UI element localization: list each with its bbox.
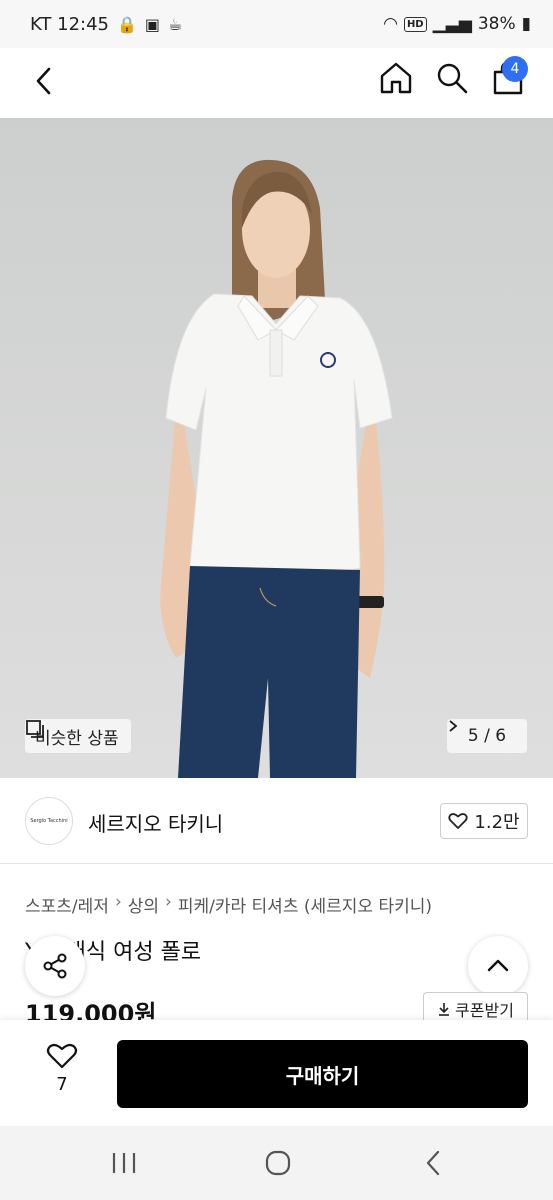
status-right: ◠ HD ▁▃▅ 38% ▮ bbox=[383, 14, 531, 34]
wishlist-count: 7 bbox=[56, 1074, 68, 1095]
brand-logo-text: Sergio Tacchini bbox=[30, 818, 68, 824]
pager-text: 5 / 6 bbox=[467, 726, 507, 746]
coupon-label: 쿠폰받기 bbox=[455, 1001, 514, 1020]
status-left: KT 12:45 🔒 ▣ ☕ bbox=[30, 14, 182, 35]
brand-row[interactable]: Sergio Tacchini 세르지오 타키니 1.2만 bbox=[0, 778, 553, 864]
similar-products-label: 비슷한 상품 bbox=[35, 728, 119, 749]
image-pager[interactable]: 5 / 6 bbox=[447, 719, 527, 753]
product-image[interactable]: 비슷한 상품 5 / 6 bbox=[0, 118, 553, 778]
breadcrumb: 스포츠/레저 › 상의 › 피케/카라 티셔츠 (세르지오 타키니) bbox=[25, 892, 432, 917]
system-nav-bar bbox=[0, 1126, 553, 1200]
heart-icon bbox=[46, 1043, 78, 1069]
brand-like-count: 1.2만 bbox=[474, 812, 520, 833]
recent-apps-button[interactable] bbox=[108, 1148, 140, 1178]
search-button[interactable] bbox=[434, 60, 470, 96]
brand-like-button[interactable]: 1.2만 bbox=[440, 803, 528, 839]
brand-logo[interactable]: Sergio Tacchini bbox=[25, 797, 73, 845]
chevron-right-icon: › bbox=[165, 892, 172, 912]
system-back-button[interactable] bbox=[418, 1148, 450, 1178]
search-icon bbox=[437, 63, 468, 94]
signal-icon: ▁▃▅ bbox=[432, 14, 472, 34]
system-home-button[interactable] bbox=[262, 1148, 294, 1178]
cart-count-badge: 4 bbox=[502, 56, 528, 82]
coffee-icon: ☕ bbox=[168, 14, 183, 34]
back-button[interactable] bbox=[28, 64, 62, 98]
home-button[interactable] bbox=[378, 60, 414, 96]
purchase-bar: 7 구매하기 bbox=[0, 1020, 553, 1126]
breadcrumb-item[interactable]: 상의 bbox=[128, 892, 159, 917]
chevron-left-icon bbox=[426, 1150, 440, 1176]
home-circle-icon bbox=[265, 1150, 291, 1176]
brand-name[interactable]: 세르지오 타키니 bbox=[88, 808, 223, 837]
chevron-left-icon bbox=[36, 67, 51, 95]
heart-icon bbox=[448, 813, 469, 829]
recent-apps-icon bbox=[112, 1153, 136, 1173]
breadcrumb-item[interactable]: 피케/카라 티셔츠 (세르지오 타키니) bbox=[178, 892, 432, 917]
buy-button[interactable]: 구매하기 bbox=[117, 1040, 528, 1108]
share-button[interactable] bbox=[25, 936, 85, 996]
chevron-right-icon bbox=[449, 720, 458, 732]
wifi-icon: ◠ bbox=[383, 14, 398, 34]
similar-items-icon bbox=[26, 720, 44, 738]
status-bar: KT 12:45 🔒 ▣ ☕ ◠ HD ▁▃▅ 38% ▮ bbox=[0, 0, 553, 48]
hd-icon: HD bbox=[403, 16, 427, 32]
chevron-up-icon bbox=[487, 959, 509, 972]
carrier-time: KT 12:45 bbox=[30, 13, 109, 35]
battery-text: 38% bbox=[477, 14, 516, 34]
share-icon bbox=[43, 953, 67, 979]
chevron-right-icon: › bbox=[114, 892, 122, 912]
breadcrumb-item[interactable]: 스포츠/레저 bbox=[25, 892, 109, 917]
download-icon bbox=[439, 1003, 450, 1016]
gallery-icon: ▣ bbox=[144, 14, 161, 34]
wishlist-button[interactable]: 7 bbox=[36, 1042, 88, 1106]
notification-icon: 🔒 bbox=[117, 14, 137, 34]
battery-icon: ▮ bbox=[521, 14, 531, 34]
similar-products-button[interactable]: 비슷한 상품 bbox=[25, 719, 131, 753]
model-illustration bbox=[160, 159, 393, 778]
scroll-to-top-button[interactable] bbox=[468, 936, 528, 996]
home-icon bbox=[380, 62, 412, 94]
top-nav bbox=[0, 48, 553, 118]
